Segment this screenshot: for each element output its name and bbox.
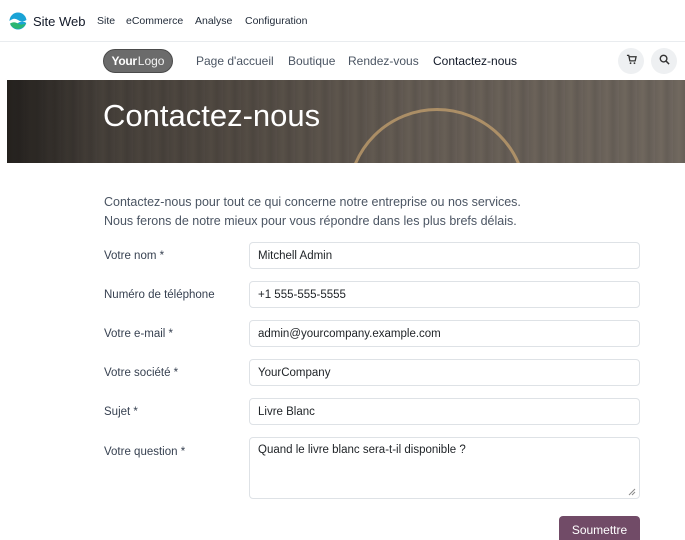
search-icon bbox=[659, 52, 670, 70]
page-title: Contactez-nous bbox=[103, 98, 321, 133]
company-label: Votre société * bbox=[104, 367, 179, 379]
page-banner: Contactez-nous bbox=[7, 80, 685, 163]
menu-ecommerce[interactable]: eCommerce bbox=[126, 15, 183, 27]
subject-field[interactable]: Livre Blanc bbox=[249, 398, 640, 425]
cart-button[interactable] bbox=[618, 48, 644, 74]
menu-analyse[interactable]: Analyse bbox=[195, 15, 232, 27]
app-name[interactable]: Site Web bbox=[33, 14, 86, 29]
site-header: Your Logo Page d'accueil Boutique Rendez-… bbox=[0, 42, 685, 80]
question-textarea[interactable]: Quand le livre blanc sera-t-il disponibl… bbox=[249, 437, 640, 499]
question-label: Votre question * bbox=[104, 446, 186, 458]
question-text: Quand le livre blanc sera-t-il disponibl… bbox=[258, 444, 466, 456]
website-app-icon[interactable] bbox=[9, 12, 27, 30]
menu-configuration[interactable]: Configuration bbox=[245, 15, 307, 27]
banner-shade bbox=[7, 80, 97, 163]
intro-line-2: Nous ferons de notre mieux pour vous rép… bbox=[104, 214, 517, 228]
logo-your: Your bbox=[111, 54, 138, 68]
nav-contact[interactable]: Contactez-nous bbox=[433, 54, 517, 68]
search-button[interactable] bbox=[651, 48, 677, 74]
email-field[interactable]: admin@yourcompany.example.com bbox=[249, 320, 640, 347]
nav-shop[interactable]: Boutique bbox=[288, 54, 335, 68]
banner-decor bbox=[347, 108, 527, 163]
name-label: Votre nom * bbox=[104, 250, 165, 262]
phone-field[interactable]: +1 555-555-5555 bbox=[249, 281, 640, 308]
site-logo[interactable]: Your Logo bbox=[103, 49, 173, 73]
email-label: Votre e-mail * bbox=[104, 328, 174, 340]
nav-home[interactable]: Page d'accueil bbox=[196, 54, 274, 68]
admin-bar: Site Web Site eCommerce Analyse Configur… bbox=[0, 0, 685, 42]
intro-text: Contactez-nous pour tout ce qui concerne… bbox=[104, 193, 664, 231]
name-field[interactable]: Mitchell Admin bbox=[249, 242, 640, 269]
cart-icon bbox=[626, 52, 637, 70]
submit-button[interactable]: Soumettre bbox=[559, 516, 640, 540]
phone-label: Numéro de téléphone bbox=[104, 289, 215, 301]
intro-line-1: Contactez-nous pour tout ce qui concerne… bbox=[104, 195, 521, 209]
logo-logo: Logo bbox=[137, 54, 165, 68]
menu-site[interactable]: Site bbox=[97, 15, 115, 27]
subject-label: Sujet * bbox=[104, 406, 138, 418]
nav-appointments[interactable]: Rendez-vous bbox=[348, 54, 419, 68]
company-field[interactable]: YourCompany bbox=[249, 359, 640, 386]
resize-handle-icon[interactable] bbox=[628, 487, 636, 496]
